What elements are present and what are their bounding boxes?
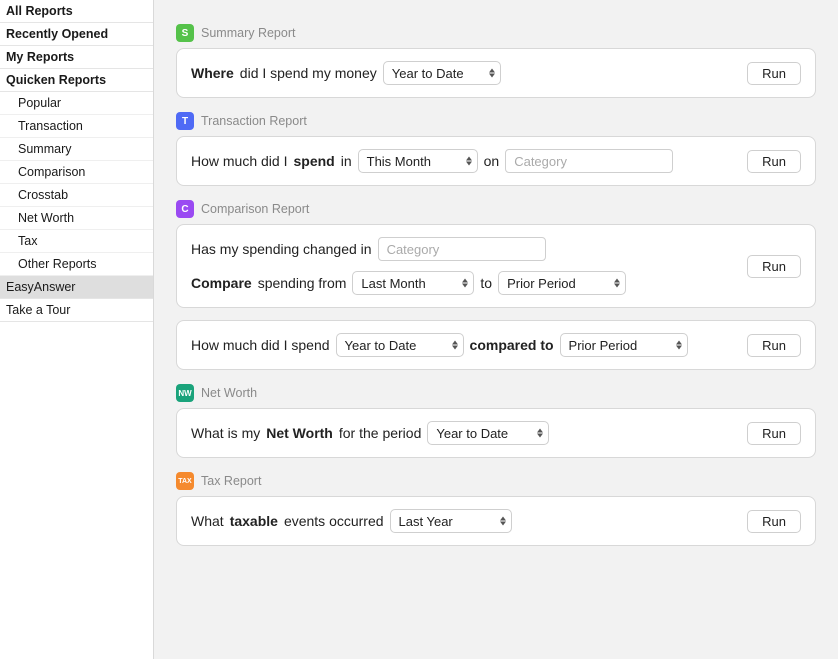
sidebar-item-take-tour[interactable]: Take a Tour (0, 299, 153, 322)
section-header-summary: S Summary Report (176, 24, 816, 42)
prompt-text: to (480, 275, 492, 291)
select-value: Last Month (361, 276, 425, 291)
section-title: Comparison Report (201, 202, 309, 216)
to-period-select[interactable]: Prior Period (560, 333, 688, 357)
section-title: Summary Report (201, 26, 295, 40)
card-comparison-1: Has my spending changed in Compare spend… (176, 224, 816, 308)
prompt-text: Compare (191, 275, 252, 291)
updown-icon (489, 69, 495, 78)
section-header-comparison: C Comparison Report (176, 200, 816, 218)
select-value: Year to Date (436, 426, 508, 441)
sidebar-sub-transaction[interactable]: Transaction (0, 115, 153, 138)
sidebar-item-quicken-reports[interactable]: Quicken Reports (0, 69, 153, 92)
updown-icon (500, 517, 506, 526)
select-value: Year to Date (345, 338, 417, 353)
section-header-transaction: T Transaction Report (176, 112, 816, 130)
prompt-text: for the period (339, 425, 422, 441)
sidebar-sub-comparison[interactable]: Comparison (0, 161, 153, 184)
prompt-text: What (191, 513, 224, 529)
sidebar-sub-crosstab[interactable]: Crosstab (0, 184, 153, 207)
prompt-text: Where (191, 65, 234, 81)
run-button[interactable]: Run (747, 334, 801, 357)
select-value: Prior Period (507, 276, 576, 291)
sidebar-sub-summary[interactable]: Summary (0, 138, 153, 161)
prompt-text: spending from (258, 275, 347, 291)
prompt-text: in (341, 153, 352, 169)
period-select[interactable]: Last Year (390, 509, 512, 533)
updown-icon (676, 341, 682, 350)
section-header-tax: TAX Tax Report (176, 472, 816, 490)
prompt-text: taxable (230, 513, 278, 529)
prompt-text: What is my (191, 425, 260, 441)
prompt-text: did I spend my money (240, 65, 377, 81)
prompt-text: Has my spending changed in (191, 241, 372, 257)
prompt-text: Net Worth (266, 425, 333, 441)
select-value: Last Year (399, 514, 453, 529)
sidebar: All Reports Recently Opened My Reports Q… (0, 0, 154, 659)
card-tax: What taxable events occurred Last Year R… (176, 496, 816, 546)
sidebar-item-my-reports[interactable]: My Reports (0, 46, 153, 69)
run-button[interactable]: Run (747, 150, 801, 173)
section-title: Tax Report (201, 474, 261, 488)
prompt-text: How much did I spend (191, 337, 330, 353)
period-select[interactable]: Year to Date (383, 61, 501, 85)
comparison-badge-icon: C (176, 200, 194, 218)
select-value: Year to Date (392, 66, 464, 81)
category-input[interactable] (505, 149, 673, 173)
main-content: S Summary Report Where did I spend my mo… (154, 0, 838, 659)
prompt-text: compared to (470, 337, 554, 353)
select-value: Prior Period (569, 338, 638, 353)
prompt-text: How much did I (191, 153, 287, 169)
from-period-select[interactable]: Last Month (352, 271, 474, 295)
prompt-text: spend (293, 153, 334, 169)
run-button[interactable]: Run (747, 422, 801, 445)
updown-icon (614, 279, 620, 288)
sidebar-sub-popular[interactable]: Popular (0, 92, 153, 115)
updown-icon (466, 157, 472, 166)
to-period-select[interactable]: Prior Period (498, 271, 626, 295)
sidebar-sub-net-worth[interactable]: Net Worth (0, 207, 153, 230)
run-button[interactable]: Run (747, 510, 801, 533)
card-transaction: How much did I spend in This Month on Ru… (176, 136, 816, 186)
period-select[interactable]: This Month (358, 149, 478, 173)
sidebar-item-all-reports[interactable]: All Reports (0, 0, 153, 23)
sidebar-item-easyanswer[interactable]: EasyAnswer (0, 276, 153, 299)
sidebar-sub-other-reports[interactable]: Other Reports (0, 253, 153, 276)
run-button[interactable]: Run (747, 62, 801, 85)
period-select[interactable]: Year to Date (427, 421, 549, 445)
updown-icon (452, 341, 458, 350)
prompt-text: events occurred (284, 513, 384, 529)
category-input[interactable] (378, 237, 546, 261)
card-networth: What is my Net Worth for the period Year… (176, 408, 816, 458)
period-select[interactable]: Year to Date (336, 333, 464, 357)
transaction-badge-icon: T (176, 112, 194, 130)
select-value: This Month (367, 154, 431, 169)
section-header-networth: NW Net Worth (176, 384, 816, 402)
sidebar-item-recently-opened[interactable]: Recently Opened (0, 23, 153, 46)
tax-badge-icon: TAX (176, 472, 194, 490)
prompt-text: on (484, 153, 500, 169)
updown-icon (462, 279, 468, 288)
sidebar-sub-tax[interactable]: Tax (0, 230, 153, 253)
updown-icon (537, 429, 543, 438)
run-button[interactable]: Run (747, 255, 801, 278)
card-summary: Where did I spend my money Year to Date … (176, 48, 816, 98)
networth-badge-icon: NW (176, 384, 194, 402)
section-title: Transaction Report (201, 114, 307, 128)
card-comparison-2: How much did I spend Year to Date compar… (176, 320, 816, 370)
summary-badge-icon: S (176, 24, 194, 42)
section-title: Net Worth (201, 386, 257, 400)
